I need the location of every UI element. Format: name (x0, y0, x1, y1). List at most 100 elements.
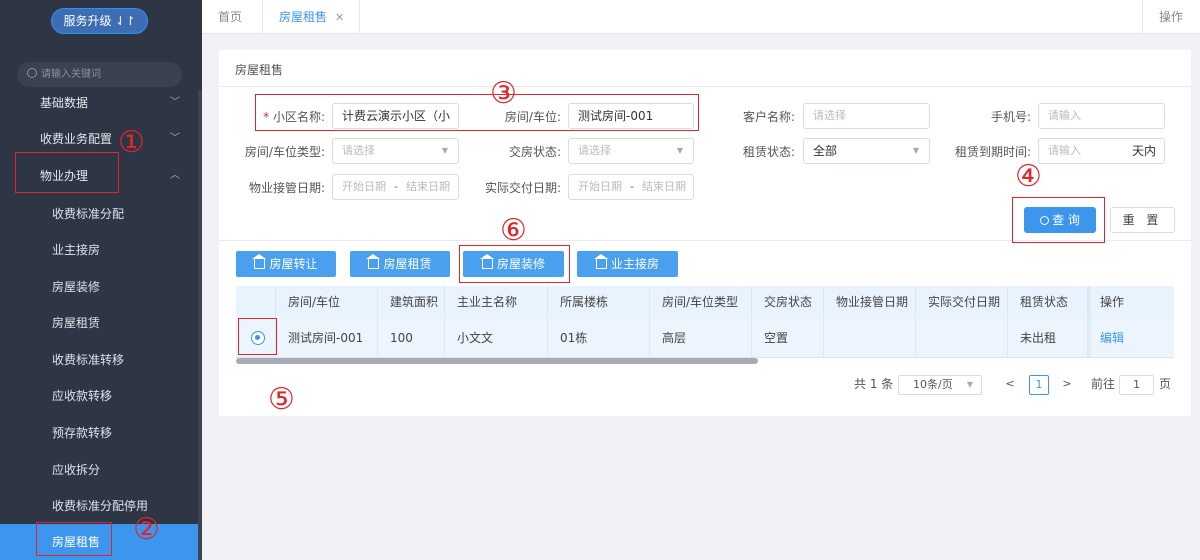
table-header-cell: 主业主名称 (445, 286, 548, 318)
house-icon (366, 254, 381, 269)
table-header-cell: 房间/车位 (276, 286, 378, 318)
sidebar-subitem-label: 应收拆分 (52, 463, 101, 477)
takeover-date-range[interactable]: 开始日期 - 结束日期 (332, 174, 459, 200)
button-label: 房屋转让 (269, 257, 318, 271)
room-type-label: 房间/车位类型: (244, 145, 325, 159)
actual-delivery-range[interactable]: 开始日期 - 结束日期 (568, 174, 694, 200)
phone-label: 手机号: (990, 110, 1031, 124)
table-header-cell: 物业接管日期 (824, 286, 916, 318)
customer-select[interactable]: 请选择 (803, 103, 930, 129)
annotation-number-2: ② (133, 512, 160, 547)
caret-down-icon: ▼ (441, 146, 448, 155)
goto-label: 前往 (1091, 377, 1116, 391)
expire-suffix: 天内 (1131, 144, 1156, 158)
sidebar-scrollbar[interactable] (198, 90, 202, 560)
button-label: 房屋租赁 (383, 257, 432, 271)
tab-house-rent-sale[interactable]: 房屋租售 ✕ (262, 0, 360, 34)
sidebar-subitem-fee-standard-assign[interactable]: 收费标准分配 (0, 196, 198, 232)
table-header-cell: 交房状态 (752, 286, 824, 318)
annotation-box-3 (255, 94, 699, 131)
chevron-up-icon: ︿ (170, 170, 180, 181)
search-icon (27, 68, 37, 78)
sidebar-subitem-fee-standard-disable[interactable]: 收费标准分配停用 (0, 488, 198, 524)
annotation-number-3: ③ (490, 76, 517, 111)
annotation-box-1 (15, 152, 119, 193)
sidebar-subitem-label: 预存款转移 (52, 426, 113, 440)
rent-status-select[interactable]: 全部 ▼ (803, 138, 930, 164)
sidebar-subitem-prepaid-transfer[interactable]: 预存款转移 (0, 415, 198, 451)
chevron-down-icon: ﹀ (170, 97, 180, 108)
table-header-cell: 所属楼栋 (548, 286, 650, 318)
annotation-number-5: ⑤ (268, 382, 295, 417)
table-cell: 100 (378, 318, 445, 358)
caret-down-icon: ▼ (676, 146, 683, 155)
expire-days-field[interactable]: 请输入 天内 (1038, 138, 1165, 164)
upgrade-service-button[interactable]: 服务升级 ⇃↾ (51, 8, 148, 34)
delivery-status-placeholder: 请选择 (578, 144, 611, 157)
divider (219, 86, 1191, 87)
prev-page-button[interactable]: < (1000, 375, 1020, 395)
house-lease-button[interactable]: 房屋租赁 (350, 251, 450, 277)
edit-link[interactable]: 编辑 (1088, 318, 1174, 358)
page-suffix: 页 (1159, 377, 1172, 391)
annotation-number-6: ⑥ (500, 213, 527, 248)
owner-handover-button[interactable]: 业主接房 (577, 251, 678, 277)
sidebar-subitem-fee-standard-transfer[interactable]: 收费标准转移 (0, 342, 198, 378)
phone-field[interactable]: 请输入 (1038, 103, 1165, 129)
delivery-status-label: 交房状态: (508, 145, 561, 159)
sidebar-subitem-receivable-split[interactable]: 应收拆分 (0, 452, 198, 488)
sidebar-search-input[interactable]: 请输入关键词 (17, 62, 182, 87)
sidebar-subitem-label: 收费标准转移 (52, 353, 125, 367)
annotation-box-5 (238, 318, 277, 355)
room-type-select[interactable]: 请选择 ▼ (332, 138, 459, 164)
table-header-cell: 操作 (1100, 295, 1125, 309)
table-header-cell: 建筑面积 (378, 286, 445, 318)
sidebar-item-basic-data[interactable]: 基础数据 ﹀ (0, 85, 198, 121)
table-header-cell: 租赁状态 (1008, 286, 1088, 318)
fixed-column-shadow (1088, 286, 1092, 358)
reset-button[interactable]: 重 置 (1110, 207, 1175, 233)
table-cell: 测试房间-001 (276, 318, 378, 358)
page-size-value: 10条/页 (913, 378, 953, 391)
sidebar-subitem-label: 房屋租赁 (52, 316, 101, 330)
operations-menu[interactable]: 操作 (1142, 0, 1200, 34)
tab-label: 房屋租售 (279, 10, 328, 24)
annotation-box-2 (36, 522, 112, 556)
table-cell: 未出租 (1008, 318, 1088, 358)
table-horizontal-scrollbar[interactable] (236, 358, 758, 364)
caret-down-icon: ▼ (912, 146, 919, 155)
table-header-cell: 实际交付日期 (916, 286, 1008, 318)
chevron-down-icon: ﹀ (170, 133, 180, 144)
table-header-cell: 房间/车位类型 (650, 286, 752, 318)
goto-page-input[interactable]: 1 (1119, 375, 1154, 395)
expire-label: 租赁到期时间: (954, 145, 1031, 159)
end-date-placeholder: 结束日期 (641, 180, 686, 193)
rent-status-value: 全部 (813, 144, 838, 158)
annotation-box-4 (1012, 197, 1105, 243)
sidebar-subitem-lease[interactable]: 房屋租赁 (0, 305, 198, 341)
room-type-placeholder: 请选择 (342, 144, 375, 157)
page-size-select[interactable]: 10条/页 ▼ (898, 375, 982, 395)
table-cell (916, 318, 1008, 358)
sidebar-search-placeholder: 请输入关键词 (41, 69, 101, 80)
annotation-number-1: ① (118, 125, 145, 160)
tab-home[interactable]: 首页 (218, 0, 242, 34)
sidebar-subitem-decoration[interactable]: 房屋装修 (0, 269, 198, 305)
start-date-placeholder: 开始日期 (342, 180, 386, 193)
table-cell (824, 318, 916, 358)
actual-delivery-label: 实际交付日期: (484, 181, 561, 195)
page-1-button[interactable]: 1 (1029, 375, 1049, 395)
table-cell: 空置 (752, 318, 824, 358)
sidebar: 服务升级 ⇃↾ 请输入关键词 基础数据 ﹀ 收费业务配置 ﹀ 物业办理 ︿ 收费… (0, 0, 202, 560)
sidebar-subitem-owner-handover[interactable]: 业主接房 (0, 232, 198, 268)
close-icon[interactable]: ✕ (335, 11, 344, 24)
delivery-status-select[interactable]: 请选择 ▼ (568, 138, 694, 164)
annotation-box-6 (459, 245, 570, 283)
table-row[interactable]: 测试房间-001 100 小文文 01栋 高层 空置 未出租 编辑 (236, 318, 1174, 358)
house-transfer-button[interactable]: 房屋转让 (236, 251, 336, 277)
next-page-button[interactable]: > (1057, 375, 1077, 395)
sidebar-subitem-receivable-transfer[interactable]: 应收款转移 (0, 378, 198, 414)
sidebar-subitem-label: 业主接房 (52, 243, 101, 257)
customer-label: 客户名称: (742, 110, 795, 124)
range-separator: - (394, 180, 398, 193)
